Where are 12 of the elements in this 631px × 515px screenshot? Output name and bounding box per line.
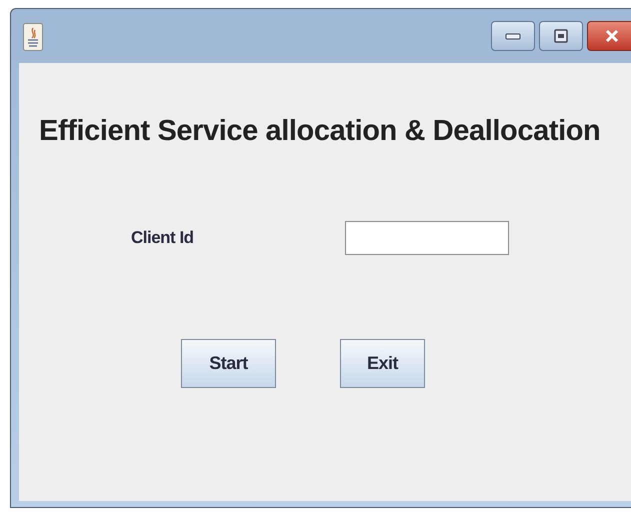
cup-icon bbox=[23, 23, 43, 51]
minimize-button[interactable] bbox=[491, 21, 535, 51]
client-id-label: Client Id bbox=[131, 228, 195, 248]
close-icon bbox=[604, 29, 620, 43]
heading: Efficient Service allocation & Deallocation bbox=[39, 115, 602, 148]
maximize-icon bbox=[554, 29, 568, 43]
start-button[interactable]: Start bbox=[181, 339, 276, 388]
maximize-button[interactable] bbox=[539, 21, 583, 51]
exit-button[interactable]: Exit bbox=[340, 339, 425, 388]
input-field[interactable] bbox=[345, 221, 509, 255]
close-button[interactable] bbox=[587, 21, 631, 51]
minimize-icon bbox=[505, 31, 521, 41]
